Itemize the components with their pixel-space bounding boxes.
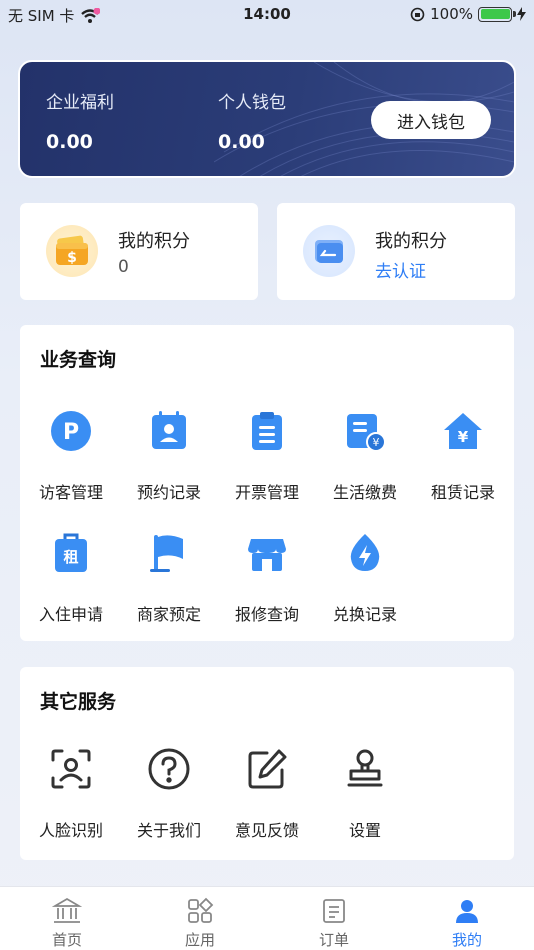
grid-item-label: 预约记录 [136,483,201,502]
points-value: 0 [118,257,129,277]
lightning-icon [350,534,380,571]
tab-label: 我的 [451,931,482,949]
other-title: 其它服务 [40,691,117,713]
grid-item-label: 兑换记录 [332,605,397,624]
rent-bag-icon: 租 [55,533,87,572]
personal-wallet: 个人钱包 0.00 [218,88,286,153]
calendar-person-icon [152,411,186,449]
tab-bar: 首页 应用 订单 我的 [0,886,534,950]
order-icon [323,899,345,923]
enterprise-benefit: 企业福利 0.00 [46,88,114,153]
grid-item-label: 设置 [348,821,381,840]
charging-icon [517,7,526,21]
tab-mine[interactable]: 我的 [427,897,507,950]
svg-text:¥: ¥ [458,428,469,446]
grid-item-label: 租赁记录 [430,483,495,502]
grid-item-redeem[interactable]: 兑换记录 [316,531,414,625]
tab-orders[interactable]: 订单 [294,897,374,950]
tab-label: 应用 [184,931,215,949]
parking-icon: P [51,411,91,451]
grid-item-repair[interactable]: 报修查询 [218,531,316,625]
svg-text:P: P [63,420,79,445]
grid-item-label: 报修查询 [234,605,299,624]
business-section: 业务查询 P 访客管理 预约记录 开票管理 ¥ 生活缴费 ¥ 租赁记录 租 入住… [20,325,514,641]
personal-value: 0.00 [218,131,265,153]
grid-item-invoice[interactable]: 开票管理 [218,409,316,503]
flag-icon [150,535,183,572]
apps-icon [188,897,214,923]
grid-item-label: 开票管理 [234,483,299,502]
battery-icon [478,6,516,22]
status-bar: 无 SIM 卡 14:00 100% [0,0,534,30]
enterprise-value: 0.00 [46,131,93,153]
wallet-coin-icon: $ [46,225,98,277]
grid-item-face[interactable]: 人脸识别 [22,747,120,841]
tab-label: 订单 [318,931,349,949]
enterprise-label: 企业福利 [46,93,114,113]
bank-icon [52,897,82,923]
question-icon [148,748,190,790]
verify-link[interactable]: 去认证 [375,257,426,282]
svg-text:租: 租 [63,548,78,566]
points-verify-title: 我的积分 [375,231,447,252]
grid-item-label: 入住申请 [38,605,103,624]
card-icon [303,225,355,277]
clipboard-icon [252,412,282,450]
tab-apps[interactable]: 应用 [160,897,240,950]
battery-percent: 100% [430,5,473,23]
grid-item-about[interactable]: 关于我们 [120,747,218,841]
edit-icon [248,749,287,789]
grid-item-visitor[interactable]: P 访客管理 [22,409,120,503]
tab-label: 首页 [51,931,82,949]
grid-item-feedback[interactable]: 意见反馈 [218,747,316,841]
grid-item-label: 关于我们 [136,821,201,840]
grid-item-label: 意见反馈 [234,821,299,840]
orientation-lock-icon [410,7,425,21]
grid-item-settings[interactable]: 设置 [316,747,414,841]
face-scan-icon [51,749,91,789]
points-card[interactable]: $ 我的积分 0 [20,203,258,300]
grid-item-label: 商家预定 [136,605,201,624]
points-verify-card[interactable]: 我的积分 去认证 [277,203,515,300]
grid-item-appointment[interactable]: 预约记录 [120,409,218,503]
personal-label: 个人钱包 [218,93,286,113]
business-title: 业务查询 [40,349,117,371]
grid-item-label: 访客管理 [38,483,103,502]
tab-home[interactable]: 首页 [27,897,107,950]
svg-text:$: $ [67,250,77,266]
svg-text:¥: ¥ [373,436,380,449]
grid-item-checkin[interactable]: 租 入住申请 [22,531,120,625]
user-icon [456,900,478,923]
enter-wallet-button[interactable]: 进入钱包 [371,101,491,139]
grid-item-label: 生活缴费 [332,483,397,502]
store-icon [248,539,286,571]
grid-item-lease[interactable]: ¥ 租赁记录 [414,409,512,503]
stamp-icon [347,749,383,787]
grid-item-merchant[interactable]: 商家预定 [120,531,218,625]
grid-item-label: 人脸识别 [38,821,103,840]
other-services-section: 其它服务 人脸识别 关于我们 意见反馈 设置 [20,667,514,860]
house-yen-icon: ¥ [444,413,482,449]
wallet-card[interactable]: 企业福利 0.00 个人钱包 0.00 进入钱包 [18,60,516,178]
points-title: 我的积分 [118,231,190,252]
grid-item-utility[interactable]: ¥ 生活缴费 [316,409,414,503]
bill-yen-icon: ¥ [347,414,386,452]
